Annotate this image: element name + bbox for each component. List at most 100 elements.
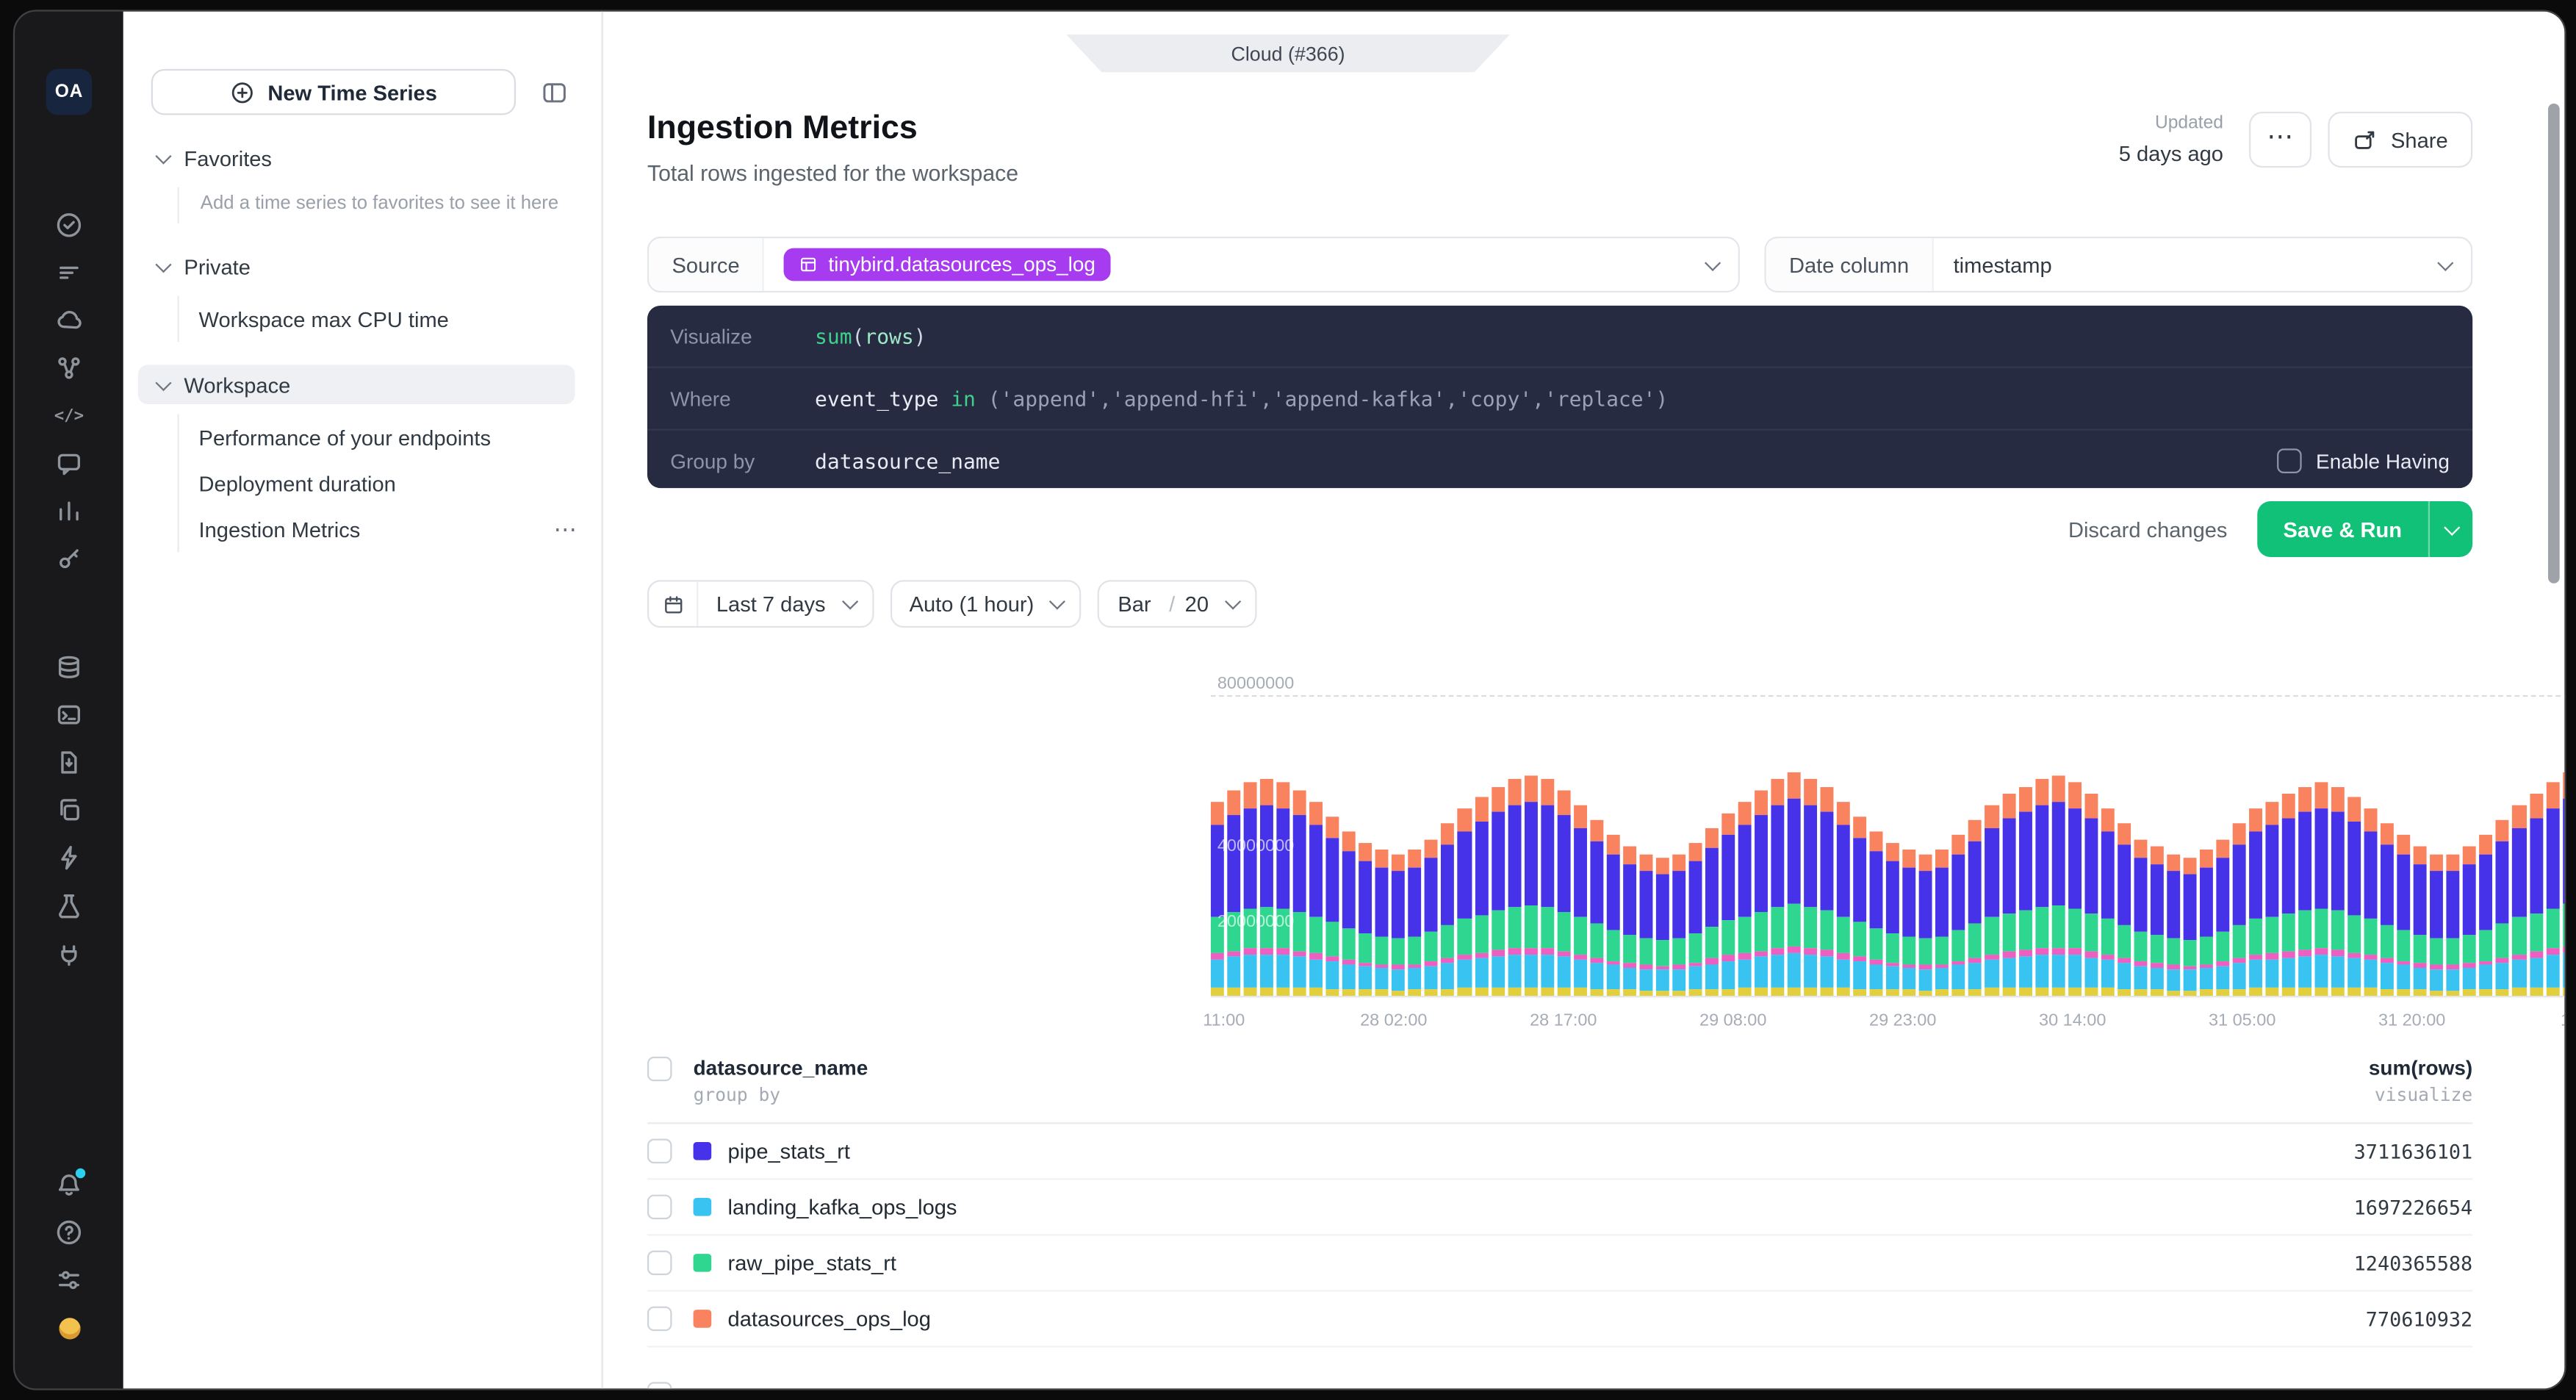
quick-start-icon[interactable]: [54, 843, 84, 872]
visualize-row[interactable]: Visualize sum(rows): [647, 306, 2472, 368]
bar[interactable]: [1326, 697, 1339, 996]
bar[interactable]: [1985, 697, 1998, 996]
environment-tab[interactable]: Cloud (#366): [1066, 35, 1510, 72]
status-icon[interactable]: [54, 210, 84, 240]
bar[interactable]: [1887, 697, 1900, 996]
bar[interactable]: [1672, 697, 1685, 996]
source-select[interactable]: Source tinybird.datasources_ops_log: [647, 237, 1740, 292]
granularity-select[interactable]: Auto (1 hour): [890, 580, 1082, 628]
bar[interactable]: [2084, 697, 2098, 996]
bar[interactable]: [1755, 697, 1768, 996]
import-icon[interactable]: [54, 747, 84, 777]
date-range-select[interactable]: Last 7 days: [647, 580, 873, 628]
bar[interactable]: [2562, 697, 2564, 996]
group-by-row[interactable]: Group by datasource_name Enable Having: [647, 431, 2472, 488]
bar[interactable]: [1606, 697, 1619, 996]
bar[interactable]: [2167, 697, 2180, 996]
bar[interactable]: [1310, 697, 1323, 996]
bar[interactable]: [1688, 697, 1702, 996]
bar[interactable]: [1804, 697, 1817, 996]
bar[interactable]: [2249, 697, 2262, 996]
new-time-series-button[interactable]: New Time Series: [151, 69, 516, 115]
source-chip[interactable]: tinybird.datasources_ops_log: [784, 248, 1110, 281]
bar[interactable]: [2381, 697, 2394, 996]
bar[interactable]: [1359, 697, 1372, 996]
bar[interactable]: [1821, 697, 1834, 996]
bar[interactable]: [2331, 697, 2345, 996]
bar[interactable]: [2546, 697, 2559, 996]
save-run-button[interactable]: Save & Run: [2257, 501, 2428, 557]
bar[interactable]: [2002, 697, 2015, 996]
bar[interactable]: [2216, 697, 2229, 996]
bar[interactable]: [1524, 697, 1537, 996]
bar[interactable]: [2034, 697, 2048, 996]
bar[interactable]: [1952, 697, 1965, 996]
sidebar-item-deployment-duration[interactable]: Deployment duration: [199, 460, 602, 506]
bar[interactable]: [1458, 697, 1471, 996]
bar[interactable]: [1705, 697, 1719, 996]
item-menu-icon[interactable]: ⋯: [554, 517, 579, 540]
bar[interactable]: [1656, 697, 1669, 996]
bar[interactable]: [2464, 697, 2477, 996]
row-checkbox[interactable]: [647, 1139, 672, 1164]
date-column-select[interactable]: Date column timestamp: [1764, 237, 2472, 292]
bar[interactable]: [1771, 697, 1785, 996]
bar[interactable]: [2101, 697, 2114, 996]
bar[interactable]: [2496, 697, 2509, 996]
terminal-icon[interactable]: [54, 700, 84, 730]
vertical-scrollbar[interactable]: [2548, 104, 2560, 584]
time-series-icon[interactable]: [54, 258, 84, 287]
bar[interactable]: [2051, 697, 2065, 996]
table-row[interactable]: landing_kafka_ops_logs1697226654: [647, 1180, 2472, 1235]
save-run-dropdown[interactable]: [2430, 501, 2472, 557]
bar[interactable]: [1738, 697, 1752, 996]
bar[interactable]: [1919, 697, 1932, 996]
sidebar-item-performance-of-your-endpoints[interactable]: Performance of your endpoints: [199, 414, 602, 460]
bar[interactable]: [1408, 697, 1422, 996]
bar[interactable]: [2513, 697, 2526, 996]
bar[interactable]: [1788, 697, 1801, 996]
bar[interactable]: [2447, 697, 2460, 996]
section-favorites[interactable]: Favorites: [123, 138, 602, 178]
bar[interactable]: [1854, 697, 1867, 996]
bar[interactable]: [1342, 697, 1356, 996]
preferences-icon[interactable]: [54, 1266, 84, 1295]
bar[interactable]: [1541, 697, 1554, 996]
bar[interactable]: [2397, 697, 2411, 996]
bar[interactable]: [1870, 697, 1883, 996]
help-icon[interactable]: [54, 1218, 84, 1247]
bar[interactable]: [2282, 697, 2295, 996]
bar[interactable]: [1508, 697, 1521, 996]
bar[interactable]: [1590, 697, 1603, 996]
bar[interactable]: [2118, 697, 2131, 996]
integrations-icon[interactable]: [54, 938, 84, 968]
bar[interactable]: [1903, 697, 1916, 996]
row-checkbox[interactable]: [647, 1382, 672, 1388]
more-options-button[interactable]: ⋯: [2250, 112, 2312, 168]
bar[interactable]: [2414, 697, 2427, 996]
enable-having-toggle[interactable]: Enable Having: [2276, 448, 2449, 473]
bar[interactable]: [1573, 697, 1586, 996]
bar[interactable]: [1623, 697, 1636, 996]
bar[interactable]: [2315, 697, 2328, 996]
row-checkbox[interactable]: [647, 1251, 672, 1276]
bar[interactable]: [2265, 697, 2278, 996]
bar[interactable]: [2431, 697, 2444, 996]
workspace-avatar[interactable]: OA: [46, 69, 93, 115]
row-checkbox[interactable]: [647, 1195, 672, 1220]
bar[interactable]: [2068, 697, 2081, 996]
bar[interactable]: [2018, 697, 2032, 996]
bar[interactable]: [1557, 697, 1570, 996]
bar[interactable]: [2200, 697, 2213, 996]
enable-having-checkbox[interactable]: [2276, 448, 2301, 473]
bar[interactable]: [1936, 697, 1949, 996]
datasource-icon[interactable]: [54, 653, 84, 682]
bar[interactable]: [1293, 697, 1306, 996]
bar[interactable]: [1392, 697, 1406, 996]
table-row[interactable]: raw_pipe_stats_rt1240365588: [647, 1235, 2472, 1291]
chart-icon[interactable]: [54, 496, 84, 525]
collapse-sidebar-icon[interactable]: [537, 76, 570, 109]
bar[interactable]: [2480, 697, 2493, 996]
bar[interactable]: [1375, 697, 1389, 996]
select-all-checkbox[interactable]: [647, 1057, 672, 1082]
